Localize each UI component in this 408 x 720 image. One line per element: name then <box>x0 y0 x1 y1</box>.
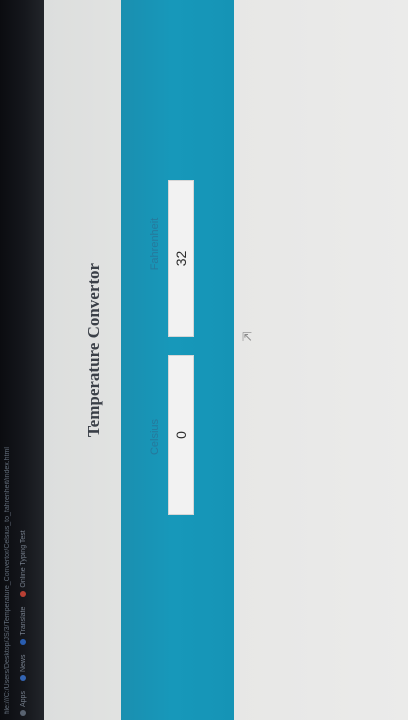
browser-chrome: file:///C:/Users/Desktop/JS/3/Temperatur… <box>0 0 44 720</box>
bookmarks-bar: Apps News Translate Online Typing Test <box>16 530 30 716</box>
photo-frame: file:///C:/Users/Desktop/JS/3/Temperatur… <box>0 0 408 720</box>
celsius-label: Celsius <box>149 418 161 456</box>
bookmark-label: Translate <box>19 606 27 636</box>
fahrenheit-input[interactable]: 32 <box>168 180 194 337</box>
mouse-cursor-icon: ⇱ <box>242 330 253 344</box>
browser-page: file:///C:/Users/Desktop/JS/3/Temperatur… <box>0 0 408 720</box>
bookmark-news[interactable]: News <box>20 655 27 682</box>
translate-icon <box>20 638 26 645</box>
bookmark-label: Online Typing Test <box>19 530 27 588</box>
bookmark-typing-test[interactable]: Online Typing Test <box>19 530 27 597</box>
address-bar[interactable]: file:///C:/Users/Desktop/JS/3/Temperatur… <box>2 154 14 714</box>
page-title: Temperature Convertor <box>84 262 103 438</box>
news-icon <box>20 675 26 682</box>
bookmark-label: News <box>19 654 27 673</box>
apps-icon <box>20 710 26 716</box>
bookmark-label: Apps <box>19 691 27 707</box>
celsius-input[interactable]: 0 <box>168 355 194 515</box>
page-content: Temperature Convertor Celsius Fahrenheit… <box>44 0 408 720</box>
bookmark-apps[interactable]: Apps <box>20 691 27 716</box>
bookmark-translate[interactable]: Translate <box>20 607 27 645</box>
converter-band: Celsius Fahrenheit 0 32 <box>121 0 234 720</box>
typing-test-icon <box>20 590 26 597</box>
fahrenheit-label: Fahrenheit <box>149 217 161 271</box>
